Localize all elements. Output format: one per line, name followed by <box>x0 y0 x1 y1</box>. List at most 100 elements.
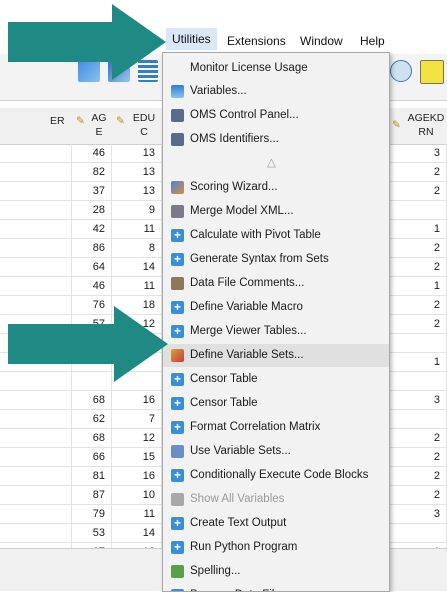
table-cell[interactable] <box>0 163 72 182</box>
add-icon[interactable] <box>420 60 444 84</box>
table-cell-edu[interactable]: 14 <box>112 524 162 543</box>
table-cell-edu[interactable]: 13 <box>112 144 162 163</box>
menu-item-10[interactable]: + Merge Viewer Tables... <box>163 320 389 343</box>
table-cell-agekdrn[interactable]: 2 <box>388 448 447 467</box>
table-cell-agekdrn[interactable] <box>388 372 447 391</box>
table-cell-edu[interactable]: 16 <box>112 467 162 486</box>
table-cell-agekdrn[interactable]: 1 <box>388 277 447 296</box>
table-cell[interactable] <box>0 239 72 258</box>
table-cell-edu[interactable]: 16 <box>112 391 162 410</box>
table-cell-age[interactable]: 64 <box>72 258 112 277</box>
table-cell[interactable] <box>0 258 72 277</box>
table-cell-agekdrn[interactable] <box>388 201 447 220</box>
table-cell-agekdrn[interactable]: 2 <box>388 239 447 258</box>
menu-item-6[interactable]: + Calculate with Pivot Table <box>163 224 389 247</box>
table-cell-agekdrn[interactable]: 2 <box>388 163 447 182</box>
menu-item-20[interactable]: Spelling... <box>163 560 389 583</box>
table-cell-agekdrn[interactable]: 2 <box>388 258 447 277</box>
menu-utilities[interactable]: Utilities <box>166 28 217 50</box>
table-cell[interactable] <box>0 505 72 524</box>
table-cell-agekdrn[interactable]: 2 <box>388 315 447 334</box>
table-cell-age[interactable]: 82 <box>72 163 112 182</box>
table-cell-age[interactable]: 37 <box>72 182 112 201</box>
table-cell-age[interactable]: 46 <box>72 277 112 296</box>
table-cell-agekdrn[interactable]: 3 <box>388 144 447 163</box>
circle-icon[interactable] <box>390 60 412 82</box>
table-cell-agekdrn[interactable]: 2 <box>388 429 447 448</box>
table-cell[interactable] <box>0 486 72 505</box>
menu-item-5[interactable]: Merge Model XML... <box>163 200 389 223</box>
menu-item-8[interactable]: Data File Comments... <box>163 272 389 295</box>
menu-item-19[interactable]: + Run Python Program <box>163 536 389 559</box>
menu-item-18[interactable]: + Create Text Output <box>163 512 389 535</box>
table-cell-edu[interactable]: 13 <box>112 163 162 182</box>
table-cell-edu[interactable]: 12 <box>112 429 162 448</box>
table-cell[interactable] <box>0 524 72 543</box>
table-cell-agekdrn[interactable]: 2 <box>388 486 447 505</box>
column-header-left[interactable]: ER <box>0 108 73 145</box>
table-cell[interactable] <box>0 448 72 467</box>
column-header-agekdrn[interactable]: ✎ AGEKD RN <box>388 108 447 145</box>
table-cell-edu[interactable]: 14 <box>112 258 162 277</box>
table-cell-edu[interactable]: 11 <box>112 505 162 524</box>
table-cell-age[interactable]: 28 <box>72 201 112 220</box>
table-cell-agekdrn[interactable] <box>388 524 447 543</box>
table-cell-age[interactable]: 53 <box>72 524 112 543</box>
table-cell[interactable] <box>0 220 72 239</box>
table-cell-age[interactable]: 86 <box>72 239 112 258</box>
menu-item-monitor-license[interactable]: Monitor License Usage <box>163 57 389 80</box>
table-cell-age[interactable]: 46 <box>72 144 112 163</box>
table-cell-agekdrn[interactable] <box>388 410 447 429</box>
menu-item-1[interactable]: OMS Control Panel... <box>163 104 389 127</box>
table-cell-edu[interactable]: 8 <box>112 239 162 258</box>
menu-help[interactable]: Help <box>360 34 385 48</box>
menu-item-12[interactable]: + Censor Table <box>163 368 389 391</box>
menu-window[interactable]: Window <box>300 34 343 48</box>
table-cell-agekdrn[interactable]: 3 <box>388 505 447 524</box>
table-cell-agekdrn[interactable]: 2 <box>388 296 447 315</box>
menu-item-9[interactable]: + Define Variable Macro <box>163 296 389 319</box>
table-cell-edu[interactable]: 11 <box>112 220 162 239</box>
table-cell-age[interactable]: 66 <box>72 448 112 467</box>
menu-item-7[interactable]: + Generate Syntax from Sets <box>163 248 389 271</box>
table-cell-age[interactable]: 42 <box>72 220 112 239</box>
menu-item-0[interactable]: Variables... <box>163 80 389 103</box>
table-cell-edu[interactable]: 7 <box>112 410 162 429</box>
table-cell-age[interactable]: 81 <box>72 467 112 486</box>
table-cell[interactable] <box>0 182 72 201</box>
table-cell-edu[interactable]: 13 <box>112 182 162 201</box>
column-header-edu[interactable]: ✎ EDU C <box>112 108 163 145</box>
menu-item-16[interactable]: + Conditionally Execute Code Blocks <box>163 464 389 487</box>
table-cell[interactable] <box>0 391 72 410</box>
table-cell-age[interactable]: 87 <box>72 486 112 505</box>
menu-item-15[interactable]: Use Variable Sets... <box>163 440 389 463</box>
menu-item-11[interactable]: Define Variable Sets... <box>163 344 389 367</box>
table-cell[interactable] <box>0 467 72 486</box>
table-cell-age[interactable]: 62 <box>72 410 112 429</box>
table-cell-agekdrn[interactable]: 3 <box>388 391 447 410</box>
table-cell-edu[interactable]: 11 <box>112 277 162 296</box>
table-cell[interactable] <box>0 144 72 163</box>
table-cell-agekdrn[interactable]: 1 <box>388 353 447 372</box>
table-cell-age[interactable]: 68 <box>72 391 112 410</box>
table-cell-agekdrn[interactable]: 2 <box>388 182 447 201</box>
table-cell[interactable] <box>0 429 72 448</box>
table-cell-edu[interactable]: 10 <box>112 486 162 505</box>
table-cell-agekdrn[interactable]: 1 <box>388 220 447 239</box>
table-cell[interactable] <box>0 201 72 220</box>
table-cell-age[interactable]: 68 <box>72 429 112 448</box>
menu-item-21[interactable]: +Process Data Files <box>163 584 389 591</box>
table-cell-edu[interactable]: 9 <box>112 201 162 220</box>
table-cell[interactable] <box>0 277 72 296</box>
menu-item-4[interactable]: Scoring Wizard... <box>163 176 389 199</box>
menu-extensions[interactable]: Extensions <box>227 34 286 48</box>
menu-item-14[interactable]: + Format Correlation Matrix <box>163 416 389 439</box>
table-cell-edu[interactable]: 15 <box>112 448 162 467</box>
table-cell[interactable] <box>0 410 72 429</box>
column-header-age[interactable]: ✎ AG E <box>72 108 113 145</box>
table-cell-agekdrn[interactable]: 2 <box>388 467 447 486</box>
menu-item-2[interactable]: OMS Identifiers... <box>163 128 389 151</box>
table-cell-age[interactable]: 79 <box>72 505 112 524</box>
menu-item-13[interactable]: + Censor Table <box>163 392 389 415</box>
table-cell-agekdrn[interactable] <box>388 334 447 353</box>
